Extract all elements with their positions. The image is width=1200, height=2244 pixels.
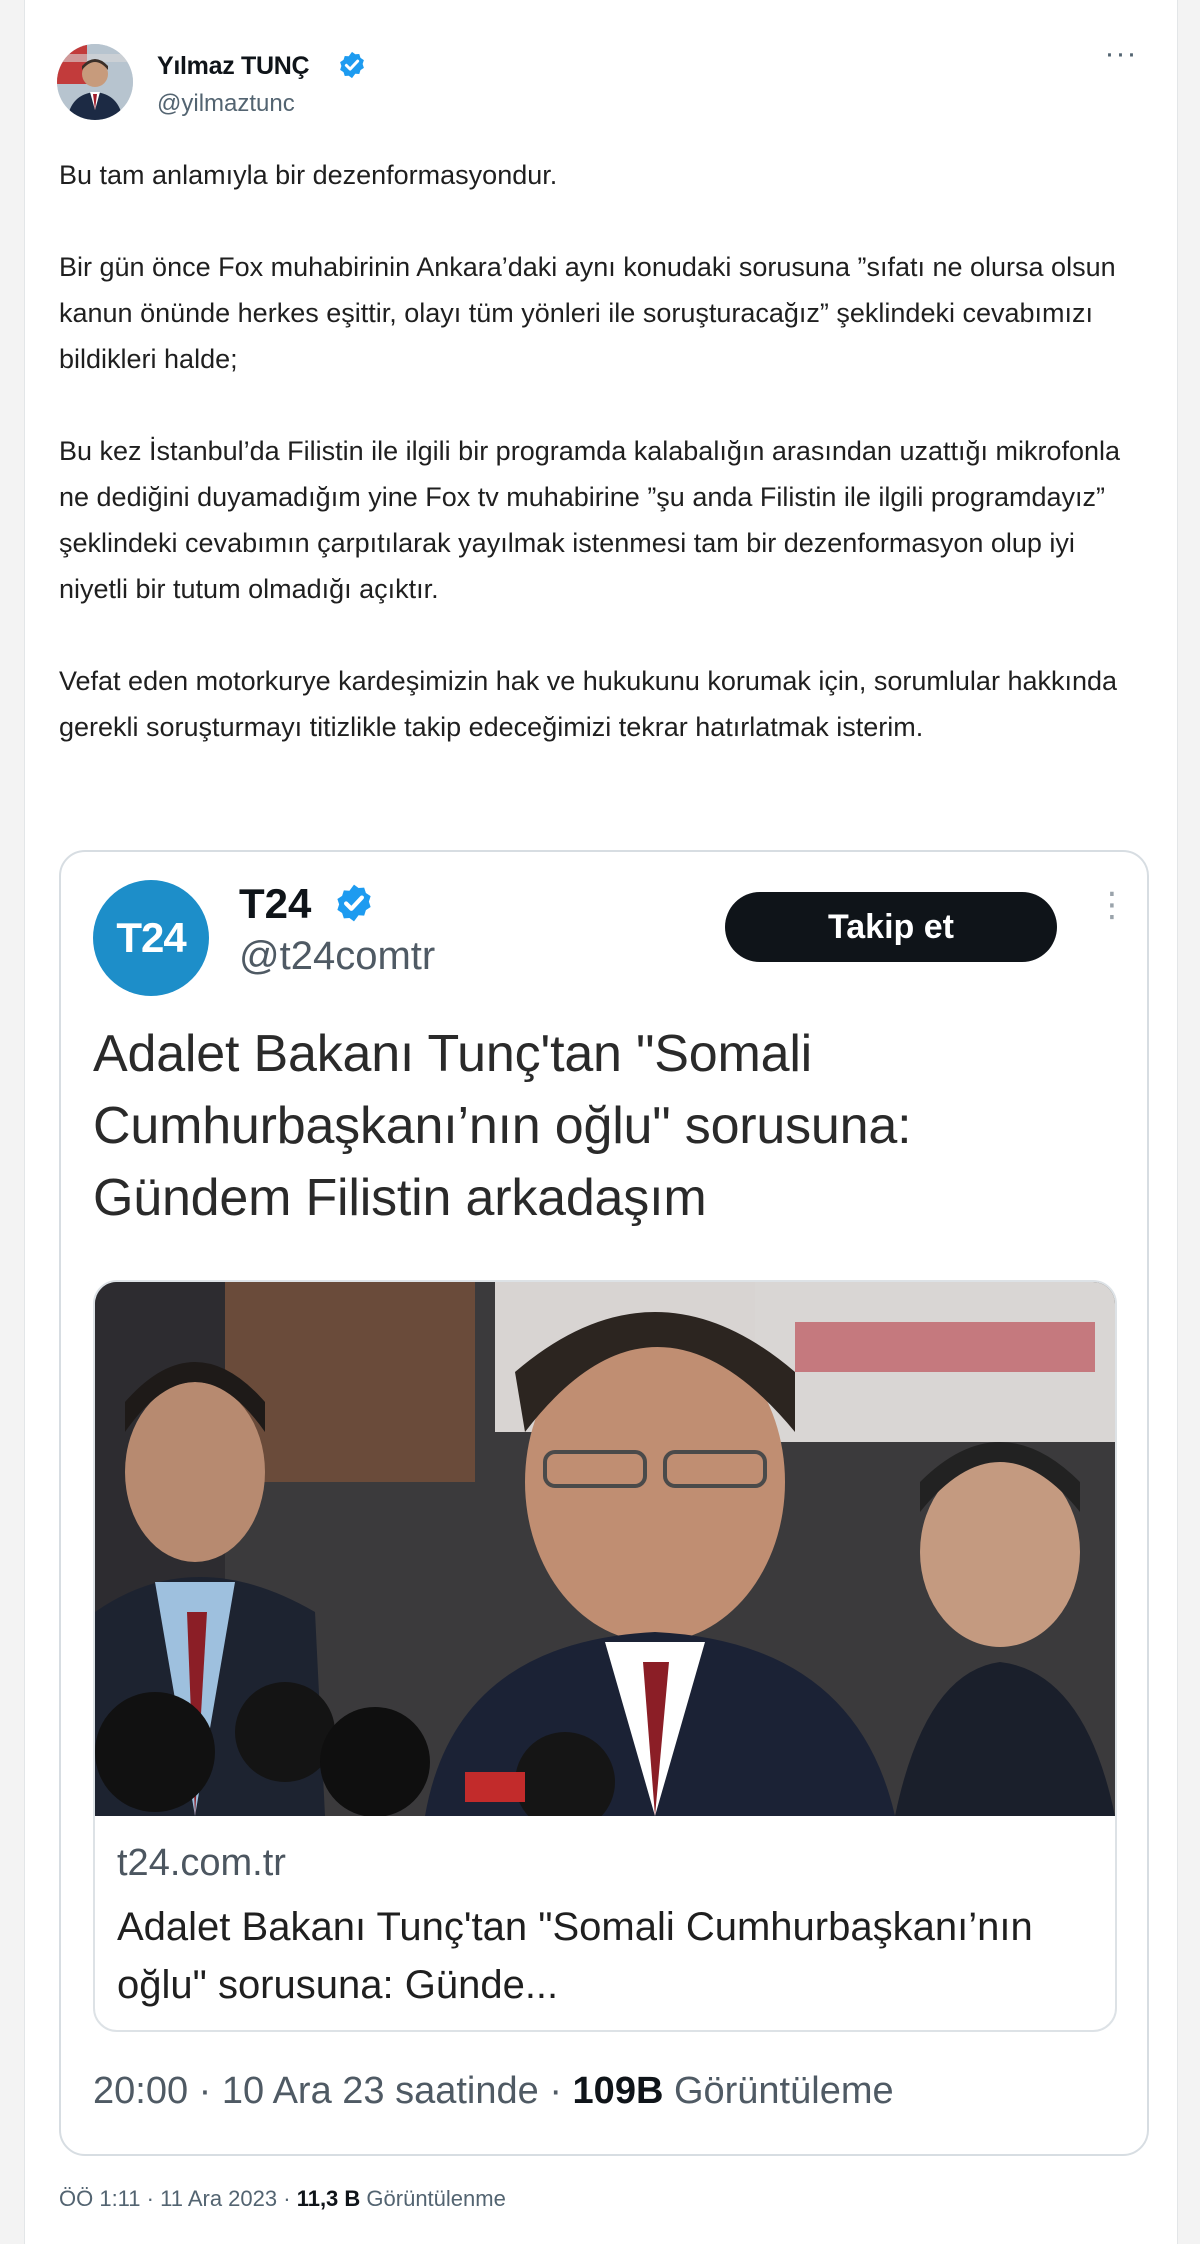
link-domain[interactable]: t24.com.tr bbox=[117, 1842, 286, 1885]
quoted-views-label: Görüntüleme bbox=[663, 2070, 894, 2112]
page: Yılmaz TUNÇ @yilmaztunc ··· Bu tam anlam… bbox=[0, 0, 1200, 2244]
quoted-tweet-meta: 20:00 · 10 Ara 23 saatinde · 109B Görünt… bbox=[93, 2070, 894, 2113]
quoted-tweet[interactable]: T24 T24 @t24comtr Takip et ⋮ Adalet Baka… bbox=[59, 850, 1149, 2156]
quoted-author-handle[interactable]: @t24comtr bbox=[239, 934, 435, 979]
author-handle[interactable]: @yilmaztunc bbox=[157, 90, 295, 118]
quoted-tweet-text: Adalet Bakanı Tunç'tan "Somali Cumhurbaş… bbox=[93, 1025, 912, 1227]
tweet-paragraph: Vefat eden motorkurye kardeşimizin hak v… bbox=[59, 666, 1118, 742]
tweet-paragraph: Bu kez İstanbul’da Filistin ile ilgili b… bbox=[59, 436, 1121, 604]
news-photo bbox=[95, 1282, 1115, 1816]
tweet-meta: ÖÖ 1:11 · 11 Ara 2023 · 11,3 B Görüntüle… bbox=[59, 2186, 506, 2212]
quoted-view-count: 109B bbox=[572, 2070, 664, 2112]
tweet-text: Bu tam anlamıyla bir dezenformasyondur. … bbox=[59, 152, 1149, 750]
more-options-button[interactable]: ··· bbox=[1097, 39, 1145, 78]
author-name[interactable]: Yılmaz TUNÇ bbox=[157, 52, 310, 81]
tweet-paragraph: Bu tam anlamıyla bir dezenformasyondur. bbox=[59, 160, 558, 190]
link-preview-card[interactable]: t24.com.tr Adalet Bakanı Tunç'tan "Somal… bbox=[93, 1280, 1117, 2032]
link-title[interactable]: Adalet Bakanı Tunç'tan "Somali Cumhurbaş… bbox=[117, 1898, 1077, 2014]
view-count: 11,3 B bbox=[296, 2186, 361, 2211]
quoted-more-options-icon[interactable]: ⋮ bbox=[1095, 888, 1129, 956]
meta-separator: · bbox=[277, 2186, 297, 2211]
quoted-timestamp[interactable]: 20:00 · 10 Ara 23 saatinde · bbox=[93, 2070, 573, 2112]
author-avatar[interactable] bbox=[57, 44, 133, 120]
meta-separator: · bbox=[140, 2186, 161, 2211]
tweet: Yılmaz TUNÇ @yilmaztunc ··· Bu tam anlam… bbox=[24, 0, 1178, 2244]
verified-badge-icon bbox=[337, 884, 371, 922]
tweet-paragraph: Bir gün önce Fox muhabirinin Ankara’daki… bbox=[59, 252, 1116, 374]
views-label: Görüntülenme bbox=[360, 2186, 506, 2211]
tweet-date[interactable]: 11 Ara 2023 bbox=[160, 2186, 277, 2211]
follow-button[interactable]: Takip et bbox=[725, 892, 1057, 962]
verified-badge-icon bbox=[340, 51, 364, 79]
quoted-author-name[interactable]: T24 bbox=[239, 880, 311, 928]
tweet-time[interactable]: ÖÖ 1:11 bbox=[59, 2186, 141, 2211]
t24-logo[interactable]: T24 bbox=[93, 880, 209, 996]
